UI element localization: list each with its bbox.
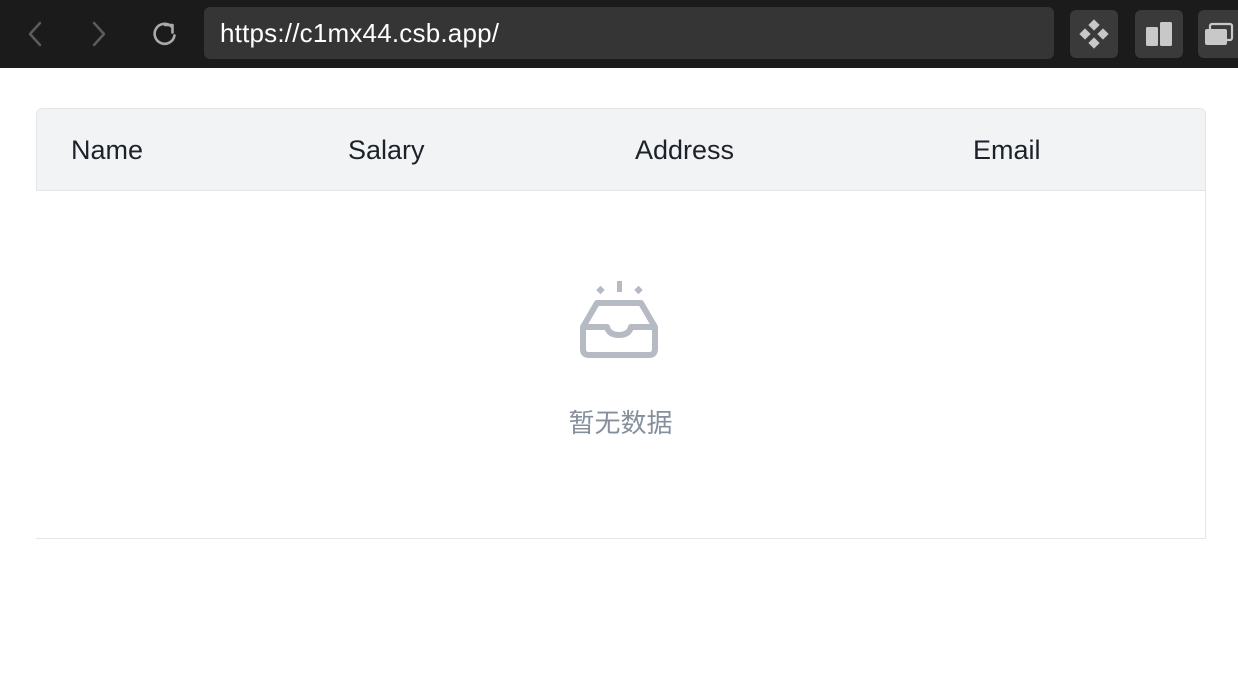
- column-header-address[interactable]: Address: [635, 109, 734, 191]
- address-bar-url: https://c1mx44.csb.app/: [220, 17, 500, 48]
- split-view-icon: [1146, 22, 1172, 46]
- column-header-email[interactable]: Email: [973, 109, 1041, 191]
- address-bar[interactable]: https://c1mx44.csb.app/: [204, 7, 1054, 59]
- column-header-name[interactable]: Name: [71, 109, 143, 191]
- chevron-right-icon: [92, 21, 106, 47]
- reload-icon: [153, 22, 176, 46]
- tabs-button[interactable]: [1198, 10, 1238, 58]
- empty-state: 暂无数据: [36, 191, 1205, 539]
- diamond-grid-icon: [1079, 19, 1109, 49]
- extension-button[interactable]: [1070, 10, 1118, 58]
- back-button[interactable]: [16, 14, 56, 54]
- column-header-salary[interactable]: Salary: [348, 109, 425, 191]
- empty-inbox-icon: [580, 281, 658, 358]
- split-view-button[interactable]: [1135, 10, 1183, 58]
- reload-button[interactable]: [145, 14, 185, 54]
- table-header: Name Salary Address Email: [36, 109, 1205, 191]
- empty-text: 暂无数据: [568, 409, 673, 439]
- tabs-icon: [1205, 22, 1234, 45]
- browser-toolbar: https://c1mx44.csb.app/: [0, 0, 1238, 68]
- data-table: Name Salary Address Email 暂无数据: [36, 108, 1206, 539]
- chevron-left-icon: [28, 21, 42, 47]
- forward-button[interactable]: [78, 14, 118, 54]
